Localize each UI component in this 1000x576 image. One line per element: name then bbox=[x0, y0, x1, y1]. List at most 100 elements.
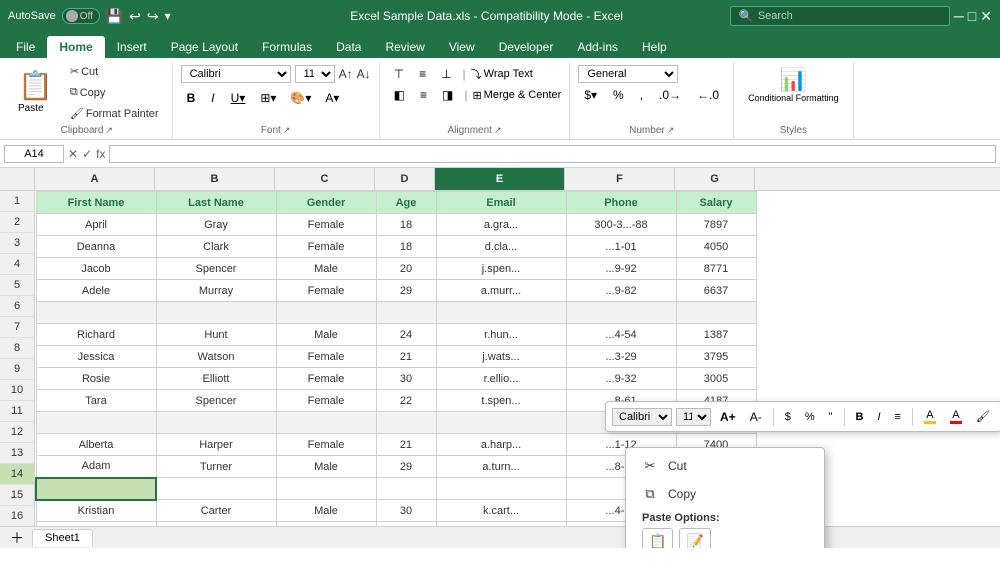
cell-e12[interactable]: a.harp... bbox=[436, 434, 566, 456]
row-4[interactable]: 4 bbox=[0, 254, 34, 275]
cell-e2[interactable]: a.gra... bbox=[436, 214, 566, 236]
cell-d14[interactable] bbox=[376, 478, 436, 500]
tab-review[interactable]: Review bbox=[373, 36, 436, 58]
row-2[interactable]: 2 bbox=[0, 212, 34, 233]
cell-d6[interactable] bbox=[376, 302, 436, 324]
cell-d5[interactable]: 29 bbox=[376, 280, 436, 302]
cell-b9[interactable]: Elliott bbox=[156, 368, 276, 390]
tab-help[interactable]: Help bbox=[630, 36, 679, 58]
cell-g6[interactable] bbox=[676, 302, 756, 324]
cell-a3[interactable]: Deanna bbox=[36, 236, 156, 258]
mini-currency-btn[interactable]: $ bbox=[780, 408, 796, 426]
cell-a10[interactable]: Tara bbox=[36, 390, 156, 412]
cell-b1[interactable]: Last Name bbox=[156, 192, 276, 214]
tab-file[interactable]: File bbox=[4, 36, 47, 58]
ctx-paste-btn-1[interactable]: 📋 bbox=[642, 528, 673, 548]
row-1[interactable]: 1 bbox=[0, 191, 34, 212]
cell-e3[interactable]: d.cla... bbox=[436, 236, 566, 258]
row-6[interactable]: 6 bbox=[0, 296, 34, 317]
cell-c5[interactable]: Female bbox=[276, 280, 376, 302]
top-align-btn[interactable]: ⊤ bbox=[388, 65, 410, 83]
cell-f8[interactable]: ...3-29 bbox=[566, 346, 676, 368]
number-format-select[interactable]: General bbox=[578, 65, 678, 83]
redo-icon[interactable]: ↪ bbox=[147, 8, 159, 25]
col-header-g[interactable]: G bbox=[675, 168, 755, 190]
bottom-align-btn[interactable]: ⊥ bbox=[435, 65, 457, 83]
cell-b14[interactable] bbox=[156, 478, 276, 500]
cell-d13[interactable]: 29 bbox=[376, 456, 436, 478]
cell-a7[interactable]: Richard bbox=[36, 324, 156, 346]
cell-b7[interactable]: Hunt bbox=[156, 324, 276, 346]
cell-e9[interactable]: r.ellio... bbox=[436, 368, 566, 390]
cancel-formula-icon[interactable]: ✕ bbox=[68, 147, 78, 161]
cell-c4[interactable]: Male bbox=[276, 258, 376, 280]
wrap-text-btn[interactable]: ⤵ Wrap Text bbox=[471, 66, 533, 82]
cell-a5[interactable]: Adele bbox=[36, 280, 156, 302]
quick-access-more[interactable]: ▾ bbox=[165, 9, 171, 23]
cell-d11[interactable] bbox=[376, 412, 436, 434]
cell-d10[interactable]: 22 bbox=[376, 390, 436, 412]
tab-home[interactable]: Home bbox=[47, 36, 104, 58]
row-5[interactable]: 5 bbox=[0, 275, 34, 296]
cut-button[interactable]: ✂ Cut bbox=[65, 62, 164, 81]
mini-increase-font[interactable]: A+ bbox=[715, 407, 741, 427]
cell-g9[interactable]: 3005 bbox=[676, 368, 756, 390]
formula-input[interactable] bbox=[109, 145, 996, 163]
sheet-tab-1[interactable]: Sheet1 bbox=[32, 529, 93, 547]
cell-c1[interactable]: Gender bbox=[276, 192, 376, 214]
cell-a4[interactable]: Jacob bbox=[36, 258, 156, 280]
cell-a9[interactable]: Rosie bbox=[36, 368, 156, 390]
mini-font-color-btn[interactable]: A bbox=[945, 406, 967, 427]
mini-font-select[interactable]: Calibri bbox=[612, 408, 672, 426]
cell-f3[interactable]: ...1-01 bbox=[566, 236, 676, 258]
left-align-btn[interactable]: ◧ bbox=[388, 86, 411, 104]
cell-c6[interactable] bbox=[276, 302, 376, 324]
row-11[interactable]: 11 bbox=[0, 401, 34, 422]
cell-c14[interactable] bbox=[276, 478, 376, 500]
comma-btn[interactable]: , bbox=[634, 86, 649, 104]
cell-e11[interactable] bbox=[436, 412, 566, 434]
cell-d7[interactable]: 24 bbox=[376, 324, 436, 346]
close-btn[interactable]: ✕ bbox=[980, 8, 992, 25]
cell-e13[interactable]: a.turn... bbox=[436, 456, 566, 478]
currency-btn[interactable]: $▾ bbox=[578, 86, 603, 104]
cell-b11[interactable] bbox=[156, 412, 276, 434]
format-painter-button[interactable]: 🖌 Format Painter bbox=[65, 104, 164, 123]
add-sheet-btn[interactable]: ＋ bbox=[4, 528, 30, 548]
cell-e6[interactable] bbox=[436, 302, 566, 324]
row-10[interactable]: 10 bbox=[0, 380, 34, 401]
cell-f6[interactable] bbox=[566, 302, 676, 324]
paste-button[interactable]: 📋 Paste bbox=[10, 68, 61, 118]
cell-e8[interactable]: j.wats... bbox=[436, 346, 566, 368]
col-header-f[interactable]: F bbox=[565, 168, 675, 190]
tab-add-ins[interactable]: Add-ins bbox=[565, 36, 630, 58]
cell-c10[interactable]: Female bbox=[276, 390, 376, 412]
cell-d2[interactable]: 18 bbox=[376, 214, 436, 236]
cell-d3[interactable]: 18 bbox=[376, 236, 436, 258]
center-align-btn[interactable]: ≡ bbox=[414, 86, 433, 104]
row-16[interactable]: 16 bbox=[0, 506, 34, 527]
increase-font-icon[interactable]: A↑ bbox=[339, 67, 353, 81]
cell-c9[interactable]: Female bbox=[276, 368, 376, 390]
cell-g3[interactable]: 4050 bbox=[676, 236, 756, 258]
col-header-a[interactable]: A bbox=[35, 168, 155, 190]
cell-c7[interactable]: Male bbox=[276, 324, 376, 346]
cell-f5[interactable]: ...9-82 bbox=[566, 280, 676, 302]
cell-c2[interactable]: Female bbox=[276, 214, 376, 236]
cell-e1[interactable]: Email bbox=[436, 192, 566, 214]
cell-d12[interactable]: 21 bbox=[376, 434, 436, 456]
cell-f2[interactable]: 300-3...-88 bbox=[566, 214, 676, 236]
cell-b3[interactable]: Clark bbox=[156, 236, 276, 258]
cell-a14[interactable] bbox=[36, 478, 156, 500]
insert-function-icon[interactable]: fx bbox=[96, 147, 105, 161]
cell-b8[interactable]: Watson bbox=[156, 346, 276, 368]
decrease-decimal-btn[interactable]: ←.0 bbox=[691, 86, 725, 104]
ctx-cut[interactable]: ✂ Cut bbox=[626, 452, 824, 480]
cell-f9[interactable]: ...9-32 bbox=[566, 368, 676, 390]
row-7[interactable]: 7 bbox=[0, 317, 34, 338]
cell-a12[interactable]: Alberta bbox=[36, 434, 156, 456]
row-8[interactable]: 8 bbox=[0, 338, 34, 359]
col-header-b[interactable]: B bbox=[155, 168, 275, 190]
row-9[interactable]: 9 bbox=[0, 359, 34, 380]
cell-a15[interactable]: Kristian bbox=[36, 500, 156, 522]
